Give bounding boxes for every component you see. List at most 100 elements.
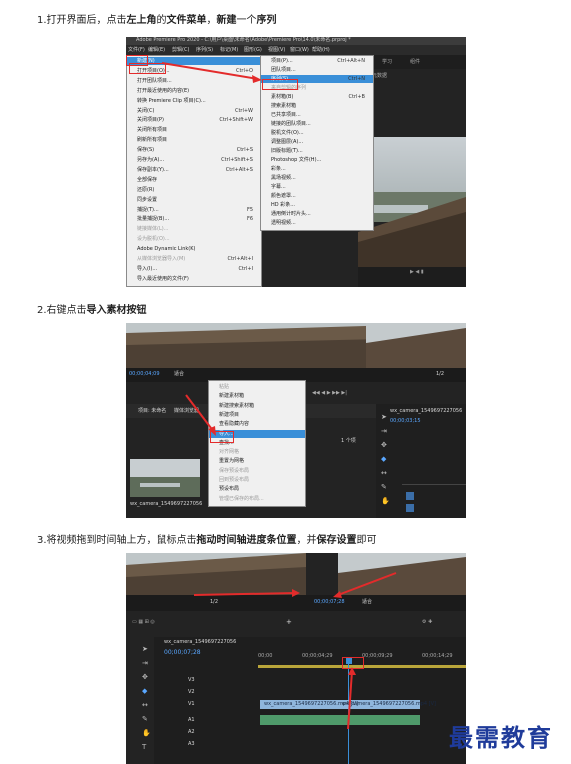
file-menu-item[interactable]: 关闭所有项目 (127, 126, 261, 134)
track-a2[interactable]: A2 (188, 729, 195, 736)
track-v3[interactable]: V3 (188, 677, 195, 684)
menu-graphics[interactable]: 图形(G) (244, 47, 262, 54)
type-tool-icon[interactable]: T (142, 743, 146, 751)
hand-tool-icon[interactable]: ✋ (381, 497, 390, 505)
context-menu-item-label: 预设布局 (219, 486, 240, 493)
new-submenu-item[interactable]: 颜色遮罩... (261, 192, 373, 200)
resolution-select[interactable]: 1/2 (210, 599, 218, 606)
menu-window[interactable]: 窗口(W) (290, 47, 309, 54)
menu-marker[interactable]: 标记(M) (220, 47, 238, 54)
file-menu-item[interactable]: 导入最近使用的文件(F) (127, 275, 261, 283)
panel-icons[interactable]: ▭ ▦ ⊞ ◎ (132, 619, 155, 626)
settings-icon[interactable]: ⚙ ✚ (422, 619, 432, 626)
file-menu-item[interactable]: 打开最近使用的内容(E) (127, 87, 261, 95)
file-menu-item[interactable]: 关闭(C) Ctrl+W (127, 107, 261, 115)
sequence-tab[interactable]: wx_camera_1549697227056 (390, 408, 462, 415)
sequence-tab[interactable]: wx_camera_1549697227056 (164, 639, 236, 646)
transport-icons[interactable]: ◀◀ ◀ ▶ ▶▶ ▶| (312, 390, 347, 397)
tab-metadata[interactable]: 元数据 (372, 73, 387, 80)
track-v2[interactable]: V2 (188, 689, 195, 696)
track-a1-target[interactable] (406, 504, 414, 512)
menu-view[interactable]: 视图(V) (268, 47, 285, 54)
context-menu-item[interactable]: 新建素材箱 (209, 392, 305, 400)
razor-tool-icon[interactable]: ◆ (381, 455, 386, 463)
tab-project[interactable]: 项目: 未命名 (138, 408, 166, 415)
file-menu-item[interactable]: 还原(R) (127, 186, 261, 194)
file-menu-item[interactable]: 保存(S) Ctrl+S (127, 146, 261, 154)
context-menu-item[interactable]: 新建项目 (209, 411, 305, 419)
hand-tool-icon[interactable]: ✋ (142, 729, 151, 737)
sequence-timecode: 00;00;03;15 (390, 418, 421, 424)
pen-tool-icon[interactable]: ✎ (381, 483, 387, 491)
file-menu-item-shortcut: Ctrl+Shift+W (219, 117, 253, 124)
new-submenu-item[interactable]: 通用倒计时片头... (261, 210, 373, 218)
file-menu-item[interactable]: 批量捕捉(B)... F6 (127, 215, 261, 223)
context-menu-item[interactable]: 查看隐藏内容 (209, 420, 305, 428)
file-menu-item[interactable]: 保存副本(Y)... Ctrl+Alt+S (127, 166, 261, 174)
new-submenu-item[interactable]: 字幕... (261, 183, 373, 191)
file-menu-item[interactable]: 导入(I)... Ctrl+I (127, 265, 261, 273)
new-submenu-item[interactable]: 链接的团队项目... (261, 120, 373, 128)
new-submenu-item[interactable]: 透明视频... (261, 219, 373, 227)
file-menu-item[interactable]: 刷新所有项目 (127, 136, 261, 144)
file-menu-item[interactable]: 打开团队项目... (127, 77, 261, 85)
track-a3[interactable]: A3 (188, 741, 195, 748)
new-submenu-item[interactable]: 项目(P)... Ctrl+Alt+N (261, 57, 373, 65)
video-clip[interactable]: wx_camera_1549697227056.mp4 [V] wx_camer… (260, 700, 436, 709)
tab-assembly[interactable]: 组件 (410, 59, 420, 66)
controls-row: ▭ ▦ ⊞ ◎ + ⚙ ✚ (126, 611, 466, 635)
clip-thumbnail[interactable] (130, 459, 200, 497)
tab-learn[interactable]: 学习 (382, 59, 392, 66)
track-v1-target[interactable] (406, 492, 414, 500)
menu-file[interactable]: 文件(F) (128, 47, 145, 54)
new-submenu-item[interactable]: Photoshop 文件(H)... (261, 156, 373, 164)
context-menu-item[interactable]: 重置为网格 (209, 457, 305, 465)
audio-clip[interactable] (260, 715, 420, 725)
new-submenu-item[interactable]: 旧版标题(T)... (261, 147, 373, 155)
new-submenu-item[interactable]: 脱机文件(O)... (261, 129, 373, 137)
track-v1[interactable]: V1 (188, 701, 195, 708)
context-menu-item[interactable]: 预设布局 (209, 485, 305, 493)
track-select-icon[interactable]: ⇥ (381, 427, 387, 435)
new-submenu-item[interactable]: 彩条... (261, 165, 373, 173)
playhead-line[interactable] (348, 664, 349, 764)
add-icon[interactable]: + (286, 619, 292, 626)
file-menu-item[interactable]: 转换 Premiere Clip 项目(C)... (127, 97, 261, 105)
new-submenu-item[interactable]: 调整图层(A)... (261, 138, 373, 146)
selection-tool-icon[interactable]: ➤ (142, 645, 148, 653)
file-menu-item[interactable]: 另存为(A)... Ctrl+Shift+S (127, 156, 261, 164)
fit-dropdown[interactable]: 适合 (174, 371, 184, 378)
slip-tool-icon[interactable]: ↔ (381, 469, 387, 477)
ruler-0: 00;00 (258, 653, 273, 659)
file-menu-item[interactable]: 全部保存 (127, 176, 261, 184)
selection-tool-icon[interactable]: ➤ (381, 413, 387, 421)
ripple-edit-icon[interactable]: ✥ (142, 673, 148, 681)
track-a1[interactable]: A1 (188, 717, 195, 724)
menu-sequence[interactable]: 序列(S) (196, 47, 213, 54)
track-select-icon[interactable]: ⇥ (142, 659, 148, 667)
context-menu-item[interactable]: 新建搜索素材箱 (209, 402, 305, 410)
menu-help[interactable]: 帮助(H) (312, 47, 330, 54)
file-menu-item[interactable]: 捕捉(T)... F5 (127, 206, 261, 214)
file-menu-item[interactable]: 关闭项目(P) Ctrl+Shift+W (127, 116, 261, 124)
new-submenu-item[interactable]: 搜索素材箱 (261, 102, 373, 110)
highlight-playhead (342, 657, 364, 669)
file-menu-item[interactable]: Adobe Dynamic Link(K) (127, 245, 261, 253)
new-submenu-item[interactable]: 黑场视频... (261, 174, 373, 182)
menu-edit[interactable]: 编辑(E) (148, 47, 165, 54)
pen-tool-icon[interactable]: ✎ (142, 715, 148, 723)
slip-tool-icon[interactable]: ↔ (142, 701, 148, 709)
ripple-edit-icon[interactable]: ✥ (381, 441, 387, 449)
new-submenu-item[interactable]: 已共享项目... (261, 111, 373, 119)
title-bar: Adobe Premiere Pro 2020 - C:\用户\桌面\未命名\A… (126, 37, 466, 45)
resolution-select[interactable]: 1/2 (436, 371, 444, 378)
play-controls-icon[interactable]: ▶ ◀ ▮ (410, 269, 424, 276)
new-submenu-item[interactable]: HD 彩条... (261, 201, 373, 209)
menu-clip[interactable]: 剪辑(C) (172, 47, 189, 54)
fit-dropdown[interactable]: 适合 (362, 599, 372, 606)
file-menu-item[interactable]: 同步设置 (127, 196, 261, 204)
new-submenu-item[interactable]: 素材箱(B) Ctrl+B (261, 93, 373, 101)
new-submenu-item[interactable]: 团队项目... (261, 66, 373, 74)
razor-tool-icon[interactable]: ◆ (142, 687, 147, 695)
tab-media-browser[interactable]: 媒体浏览器 (174, 408, 199, 415)
